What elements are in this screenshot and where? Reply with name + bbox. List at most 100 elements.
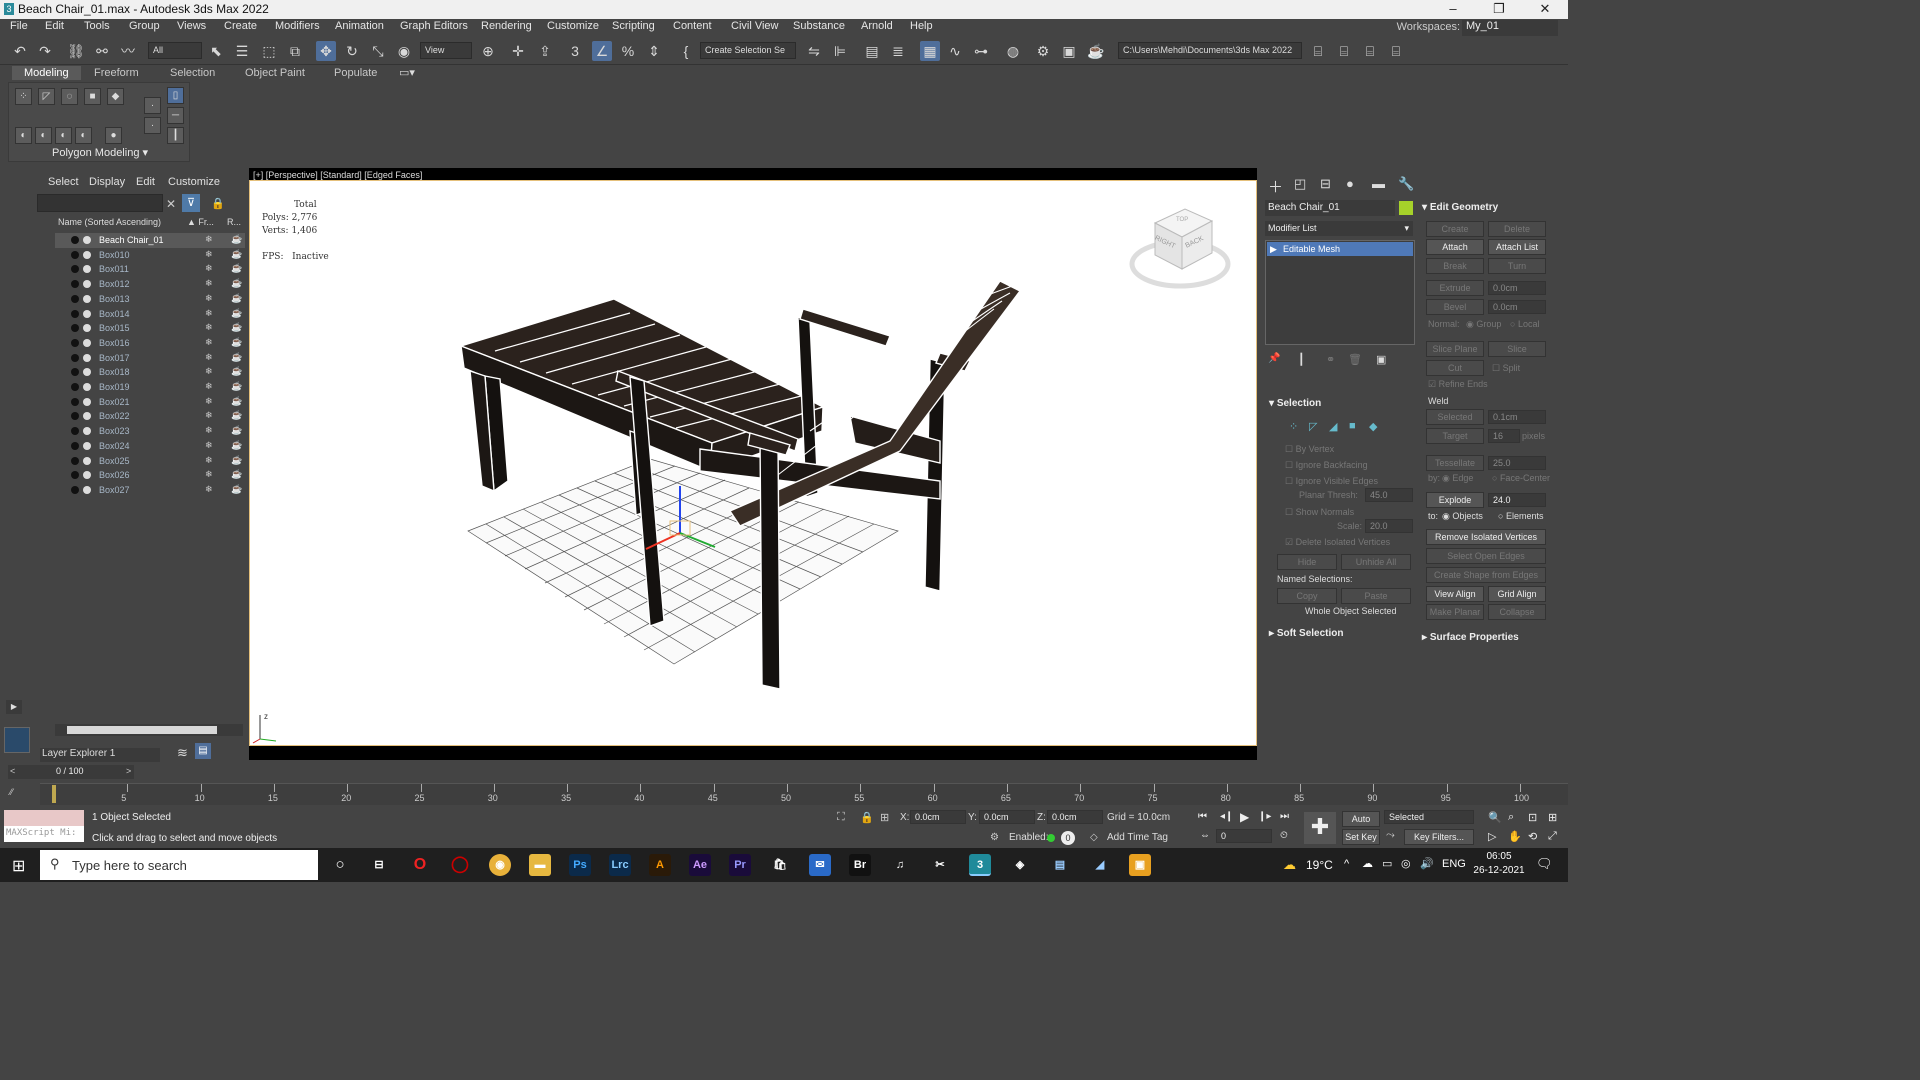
freeze-toggle-icon[interactable]: ❄ <box>205 337 213 348</box>
freeze-toggle-icon[interactable]: ❄ <box>205 293 213 304</box>
scale-icon[interactable]: ⤡ <box>368 41 388 61</box>
mirror-icon[interactable]: ⇋ <box>804 41 824 61</box>
make-unique-icon[interactable]: ⚭ <box>1326 353 1335 366</box>
key-mode-dropdown[interactable]: Selected <box>1384 810 1474 824</box>
key-filters-button[interactable]: Key Filters... <box>1404 829 1474 845</box>
refine-ends-checkbox[interactable]: ☑ Refine Ends <box>1428 379 1488 390</box>
show-end-result-icon[interactable]: ┃ <box>1298 353 1305 366</box>
visibility-toggle-icon[interactable] <box>71 294 79 303</box>
freeze-toggle-icon[interactable]: ❄ <box>205 263 213 274</box>
freeze-toggle-icon[interactable]: ❄ <box>205 440 213 451</box>
select-manipulate-icon[interactable]: ✛ <box>508 41 528 61</box>
create-button[interactable]: Create <box>1426 221 1484 237</box>
unity-icon[interactable]: ◈ <box>1009 854 1031 876</box>
scene-row[interactable]: Box017 ❄ ☕ <box>55 351 245 366</box>
visibility-toggle-icon[interactable] <box>71 338 79 347</box>
scene-row[interactable]: Box015 ❄ ☕ <box>55 321 245 336</box>
vertex-icon[interactable]: ⁘ <box>1289 420 1298 433</box>
mail-icon[interactable]: ✉ <box>809 854 831 876</box>
chrome-icon[interactable]: ◉ <box>489 854 511 876</box>
menu-views[interactable]: Views <box>177 20 206 32</box>
bridge-icon[interactable]: Br <box>849 854 871 876</box>
visibility-toggle-icon[interactable] <box>71 353 79 362</box>
scene-tab-display[interactable]: Display <box>89 176 125 188</box>
hierarchy-tab-icon[interactable]: ⊟ <box>1320 176 1331 192</box>
renderable-toggle-icon[interactable]: ☕ <box>231 455 242 466</box>
layer-explorer-dropdown[interactable]: Layer Explorer 1 <box>40 748 160 762</box>
renderable-toggle-icon[interactable]: ☕ <box>231 440 242 451</box>
volume-icon[interactable]: 🔊 <box>1420 857 1434 870</box>
reference-coordinate-dropdown[interactable]: View <box>420 42 472 59</box>
renderable-toggle-icon[interactable]: ☕ <box>231 366 242 377</box>
tray-icon-1[interactable]: ☁ <box>1362 857 1373 870</box>
link-icon[interactable]: ⛓ <box>66 41 86 61</box>
scene-row[interactable]: Box016 ❄ ☕ <box>55 336 245 351</box>
ribbon-options-icon[interactable]: ▭▾ <box>399 66 415 79</box>
tray-overflow-icon[interactable]: ^ <box>1344 858 1349 870</box>
cortana-icon[interactable]: ○ <box>329 854 351 876</box>
tessellate-spinner[interactable]: 25.0 <box>1488 456 1546 470</box>
ignore-backfacing-checkbox[interactable]: ☐ Ignore Backfacing <box>1285 460 1368 471</box>
orbit-icon[interactable]: ⟲ <box>1528 830 1537 843</box>
material-editor-icon[interactable]: ◍ <box>1003 41 1023 61</box>
clock-date[interactable]: 26-12-2021 <box>1470 865 1528 876</box>
attach-list-button[interactable]: Attach List <box>1488 239 1546 255</box>
renderable-toggle-icon[interactable]: ☕ <box>231 322 242 333</box>
maximize-viewport-icon[interactable]: ⤢ <box>1548 830 1557 843</box>
app-blue-icon[interactable]: ◢ <box>1089 854 1111 876</box>
edge-icon[interactable]: ◸ <box>1309 420 1317 433</box>
default-in-out-tangents-icon[interactable]: ⤳ <box>1386 829 1395 842</box>
tab-modeling[interactable]: Modeling <box>12 66 81 80</box>
minimize-button[interactable]: – <box>1430 0 1476 19</box>
polygon-mode-icon[interactable]: ■ <box>84 88 101 105</box>
pin-stack-icon[interactable]: 📌 <box>1268 353 1280 364</box>
move-icon[interactable]: ✥ <box>316 41 336 61</box>
freeze-toggle-icon[interactable]: ❄ <box>205 234 213 245</box>
elements-radio[interactable]: ○ Elements <box>1498 511 1543 521</box>
visibility-toggle-icon[interactable] <box>71 412 79 421</box>
edge-mode-icon[interactable]: ◸ <box>38 88 55 105</box>
collapse-button[interactable]: Collapse <box>1488 604 1546 620</box>
visibility-toggle-icon[interactable] <box>71 485 79 494</box>
task-view-icon[interactable]: ⊟ <box>368 854 390 876</box>
visibility-toggle-icon[interactable] <box>71 397 79 406</box>
battery-icon[interactable]: ▭ <box>1382 857 1392 870</box>
delete-button[interactable]: Delete <box>1488 221 1546 237</box>
time-slider[interactable]: < 0 / 100 > <box>8 765 134 779</box>
layer-explorer-icon[interactable]: ≣ <box>888 41 908 61</box>
redo-icon[interactable]: ↷ <box>35 41 55 61</box>
freeze-toggle-icon[interactable]: ❄ <box>205 410 213 421</box>
scene-row[interactable]: Box021 ❄ ☕ <box>55 395 245 410</box>
renderable-toggle-icon[interactable]: ☕ <box>231 293 242 304</box>
weather-icon[interactable]: ☁ <box>1283 857 1296 873</box>
polygon-icon[interactable]: ■ <box>1349 420 1356 432</box>
make-planar-button[interactable]: Make Planar <box>1426 604 1484 620</box>
weld-threshold-spinner[interactable]: 0.1cm <box>1488 410 1546 424</box>
soft-selection-rollout-header[interactable]: ▸ Soft Selection <box>1269 628 1344 639</box>
freeze-toggle-icon[interactable]: ❄ <box>205 484 213 495</box>
placement-icon[interactable]: ◉ <box>394 41 414 61</box>
freeze-toggle-icon[interactable]: ❄ <box>205 249 213 260</box>
keyboard-shortcut-icon[interactable]: ⇪ <box>535 41 555 61</box>
opera-gx-icon[interactable]: ◯ <box>449 854 471 876</box>
scene-tab-edit[interactable]: Edit <box>136 176 155 188</box>
menu-animation[interactable]: Animation <box>335 20 384 32</box>
clock-time[interactable]: 06:05 <box>1474 851 1524 862</box>
utilities-tab-icon[interactable]: 🔧 <box>1398 176 1414 192</box>
x-coordinate-field[interactable]: 0.0cm <box>910 810 966 824</box>
attach-button[interactable]: Attach <box>1426 239 1484 255</box>
paste-button[interactable]: Paste <box>1341 588 1411 604</box>
menu-group[interactable]: Group <box>129 20 160 32</box>
time-marker[interactable] <box>52 785 56 803</box>
language-indicator[interactable]: ENG <box>1442 858 1466 870</box>
filter-icon[interactable]: ⊽ <box>182 194 200 212</box>
menu-modifiers[interactable]: Modifiers <box>275 20 320 32</box>
adaptive-degradation-icon[interactable]: ⚙ <box>990 832 999 843</box>
project-folder-icon[interactable]: ⌸ <box>1308 41 1328 61</box>
scene-row[interactable]: Box018 ❄ ☕ <box>55 365 245 380</box>
app-orange-icon[interactable]: ▣ <box>1129 854 1151 876</box>
freeze-toggle-icon[interactable]: ❄ <box>205 469 213 480</box>
scene-row[interactable]: Box022 ❄ ☕ <box>55 409 245 424</box>
visibility-toggle-icon[interactable] <box>71 368 79 377</box>
scene-row[interactable]: Box011 ❄ ☕ <box>55 262 245 277</box>
